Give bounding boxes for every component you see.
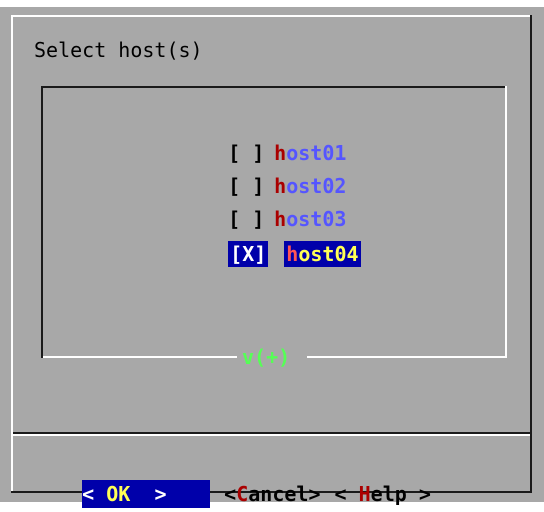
list-border-bottom — [43, 356, 237, 358]
list-border-top — [41, 86, 507, 88]
ok-button-label: OK — [106, 482, 131, 506]
help-button-left: < — [334, 482, 359, 506]
host04-checkbox[interactable]: [X] — [228, 241, 269, 267]
host04-label-rest: ost04 — [298, 242, 359, 266]
button-separator-highlight — [13, 434, 530, 436]
help-button-hotkey: H — [358, 482, 371, 506]
list-item-host03[interactable]: [ ] host03 — [180, 180, 346, 231]
cancel-button-rest: ancel> — [248, 482, 321, 506]
ok-button[interactable]: < OK > — [82, 480, 211, 508]
dialog-border-right — [530, 15, 532, 493]
help-button[interactable]: < Help > — [335, 480, 431, 508]
list-border-left — [41, 86, 43, 358]
dialog-border-left — [11, 15, 13, 493]
dialog-title: Select host(s) — [34, 38, 203, 62]
host04-hotkey: h — [286, 242, 299, 266]
help-button-rest: elp > — [370, 482, 431, 506]
list-item-host02[interactable]: [ ] host02 — [180, 147, 346, 198]
host04-label: host04 — [284, 241, 361, 267]
button-bar: < OK > <Cancel> < Help > — [34, 452, 431, 508]
list-item-host01[interactable]: [ ] host01 — [180, 114, 346, 165]
list-border-right — [505, 86, 507, 358]
cancel-button-hotkey: C — [236, 482, 249, 506]
dialog-border-top — [11, 15, 532, 17]
ok-button-right: > — [130, 482, 167, 506]
list-border-bottom — [307, 356, 507, 358]
list-item-host04[interactable]: [X] host04 — [180, 215, 361, 267]
list-border-corner — [41, 346, 43, 358]
cancel-button[interactable]: <Cancel> — [224, 480, 320, 508]
cancel-button-left: < — [224, 482, 237, 506]
ok-button-left: < — [82, 482, 107, 506]
scroll-more-indicator: v(+) — [242, 345, 291, 369]
terminal-screen: Select host(s) [ ] host01 [ ] host02 [ ] ho… — [0, 0, 544, 512]
